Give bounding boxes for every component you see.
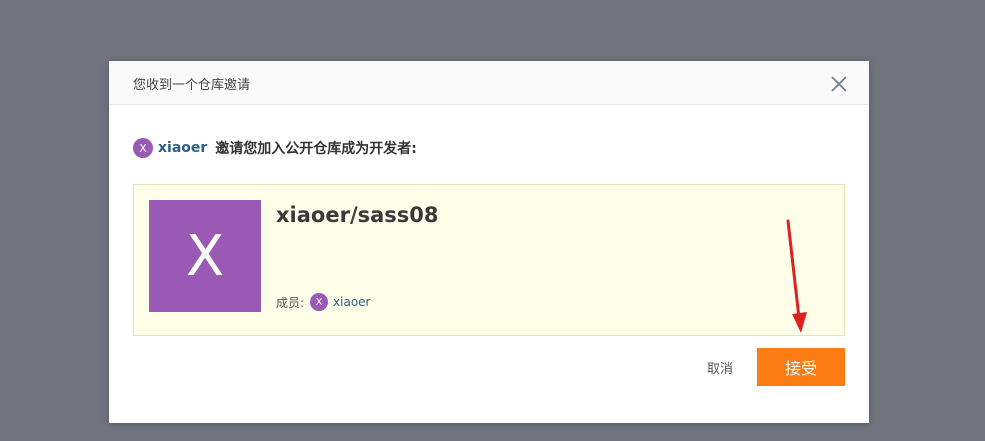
cancel-button[interactable]: 取消: [695, 348, 745, 386]
repo-card: X xiaoer/sass08 成员: X xiaoer: [133, 184, 845, 336]
repo-members: 成员: X xiaoer: [276, 293, 371, 311]
members-label: 成员:: [276, 295, 305, 310]
invite-message-line: X xiaoer 邀请您加入公开仓库成为开发者:: [133, 138, 417, 158]
repo-avatar: X: [149, 200, 261, 312]
repo-name[interactable]: xiaoer/sass08: [276, 203, 439, 227]
dialog-title: 您收到一个仓库邀请: [133, 78, 251, 93]
inviter-name-link[interactable]: xiaoer: [158, 140, 207, 156]
invitation-dialog: 您收到一个仓库邀请 X xiaoer 邀请您加入公开仓库成为开发者: X xia…: [109, 61, 869, 423]
dialog-header: 您收到一个仓库邀请: [109, 61, 869, 105]
accept-button[interactable]: 接受: [757, 348, 845, 386]
member-avatar[interactable]: X: [310, 293, 329, 311]
invite-message: 邀请您加入公开仓库成为开发者:: [215, 141, 417, 157]
inviter-avatar[interactable]: X: [133, 138, 153, 158]
member-name-link[interactable]: xiaoer: [333, 295, 370, 309]
close-icon[interactable]: [829, 74, 849, 94]
